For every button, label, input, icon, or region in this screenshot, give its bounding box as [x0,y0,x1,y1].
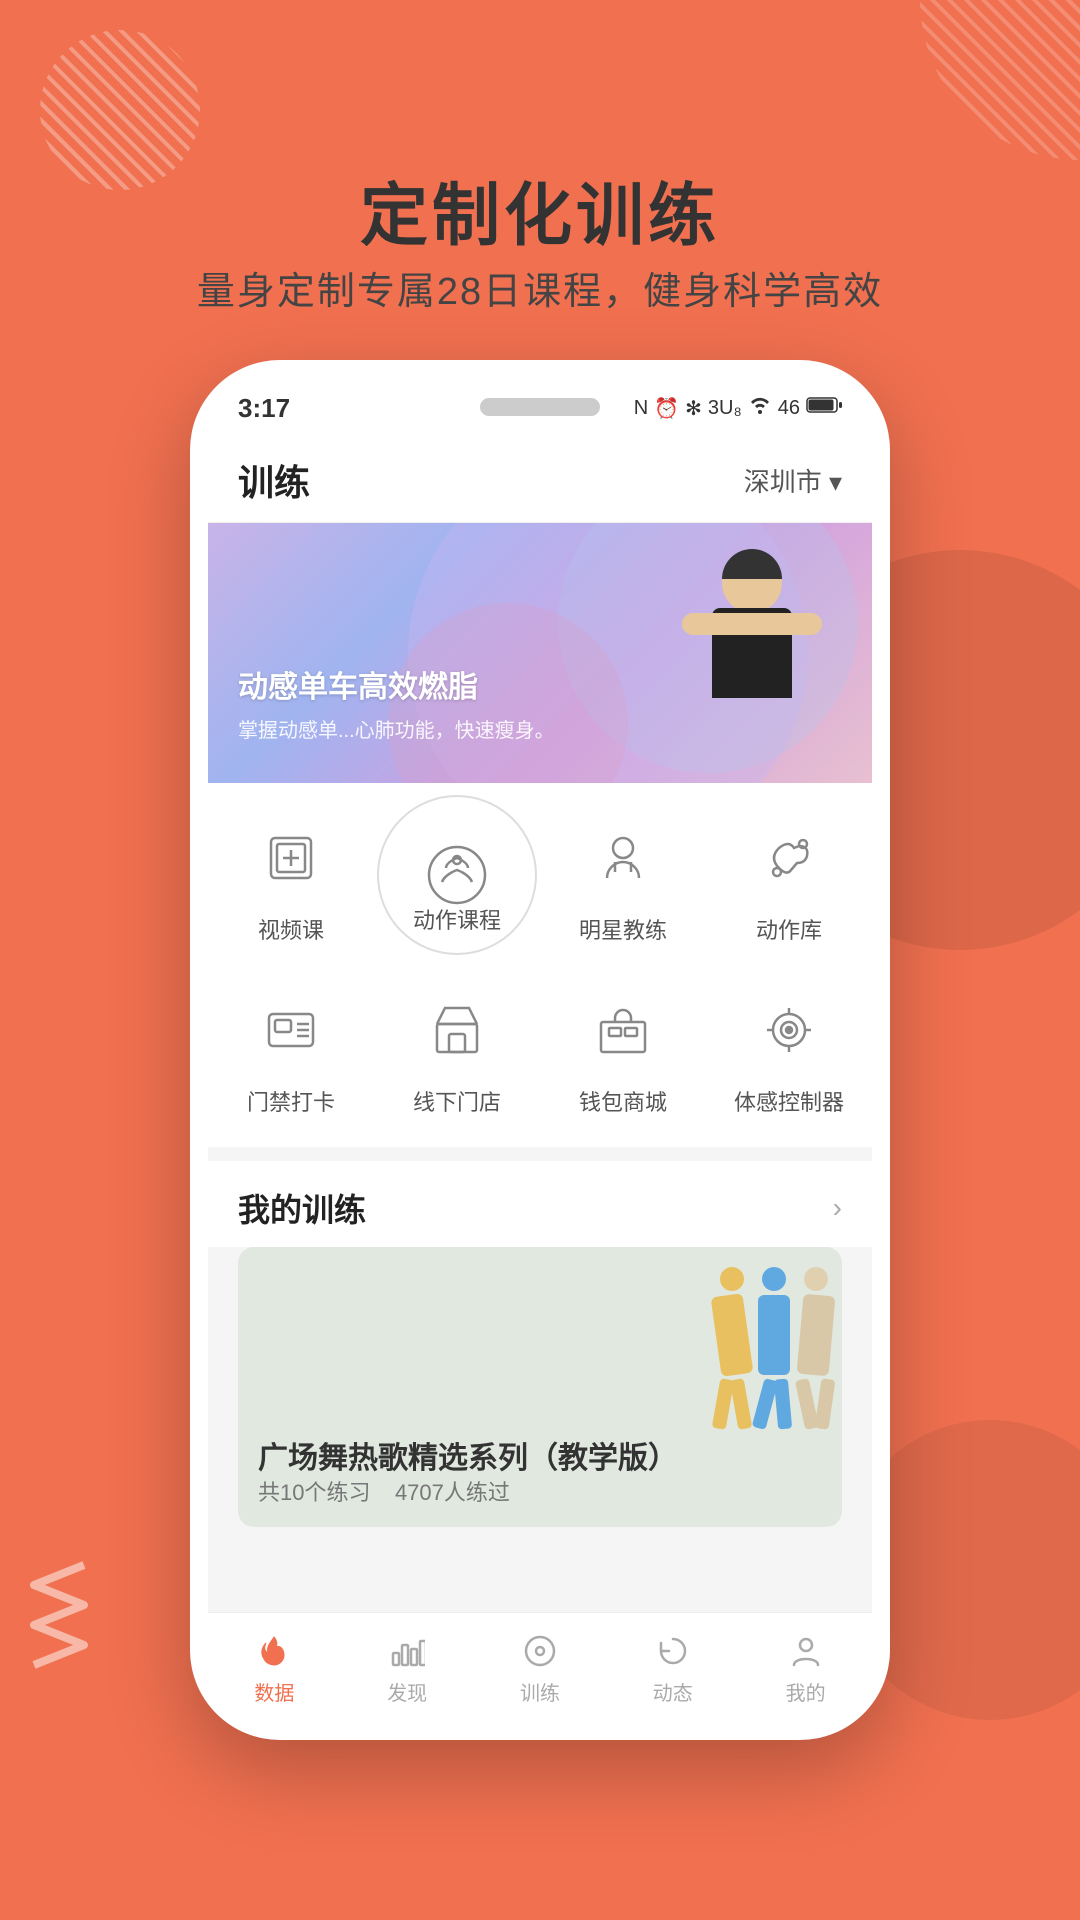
menu-item-video[interactable]: 视频课 [221,813,361,945]
banner-text-area: 动感单车高效燃脂 掌握动感单...心肺功能，快速瘦身。 [238,662,555,743]
nav-item-discover[interactable]: 发现 [342,1629,472,1706]
nfc-icon: N [634,397,648,420]
app-title: 训练 [238,454,310,506]
banner[interactable]: 动感单车高效燃脂 掌握动感单...心肺功能，快速瘦身。 [208,523,872,783]
menu-label-wallet: 钱包商城 [579,1085,667,1117]
chevron-right-icon[interactable]: › [833,1192,842,1224]
menu-item-trainer[interactable]: 明星教练 [553,813,693,945]
hero-title: 定制化训练 [0,160,1080,259]
training-card-title: 广场舞热歌精选系列（教学版） [258,1433,678,1477]
nav-item-activity[interactable]: 动态 [608,1629,738,1706]
menu-section: 视频课 动作课程 [208,783,872,1147]
menu-item-store[interactable]: 线下门店 [387,985,527,1117]
menu-item-access[interactable]: 门禁打卡 [221,985,361,1117]
menu-item-wallet[interactable]: 钱包商城 [553,985,693,1117]
training-card-content: 广场舞热歌精选系列（教学版） 共10个练习 4707人练过 [238,1247,842,1527]
battery-icon [806,396,842,420]
menu-label-library: 动作库 [756,913,822,945]
dance-figures [716,1267,832,1467]
signal-icon: 3U₈ [708,397,742,420]
flame-icon [252,1629,296,1673]
shop-icon [578,985,668,1075]
my-training-title: 我的训练 [238,1185,366,1231]
location-selector[interactable]: 深圳市 ▾ [744,462,842,499]
status-time: 3:17 [238,393,290,424]
dance-figure-2 [758,1267,790,1467]
menu-item-sensor[interactable]: 体感控制器 [719,985,859,1117]
bluetooth-icon: ✻ [685,396,702,421]
phone-speaker [480,398,600,416]
sensor-icon [744,985,834,1075]
bottom-nav: 数据 发现 [208,1612,872,1722]
menu-row-1: 视频课 动作课程 [208,803,872,955]
status-icons: N ⏰ ✻ 3U₈ 46 [634,396,842,421]
box-icon [246,813,336,903]
app-header: 训练 深圳市 ▾ [208,438,872,523]
lte-icon: 46 [778,397,800,420]
nav-label-data: 数据 [254,1677,294,1706]
menu-row-2: 门禁打卡 线下门店 [208,975,872,1127]
phone-mockup: 3:17 N ⏰ ✻ 3U₈ 46 训练 [190,360,890,1740]
training-card[interactable]: 广场舞热歌精选系列（教学版） 共10个练习 4707人练过 [238,1247,842,1527]
banner-title: 动感单车高效燃脂 [238,662,555,706]
wifi-icon [748,396,772,420]
nav-label-my: 我的 [786,1677,826,1706]
menu-label-store: 线下门店 [413,1085,501,1117]
menu-label-access: 门禁打卡 [247,1085,335,1117]
dance-figure-1 [716,1267,748,1467]
nav-label-discover: 发现 [387,1677,427,1706]
menu-label-motion: 动作课程 [413,903,501,935]
disc-icon [518,1629,562,1673]
nav-item-my[interactable]: 我的 [741,1629,871,1706]
refresh-icon [651,1629,695,1673]
menu-label-trainer: 明星教练 [579,913,667,945]
dance-figure-3 [800,1267,832,1467]
store-icon [412,985,502,1075]
nav-label-train: 训练 [520,1677,560,1706]
menu-label-video: 视频课 [258,913,324,945]
phone-outer: 3:17 N ⏰ ✻ 3U₈ 46 训练 [190,360,890,1740]
banner-subtitle: 掌握动感单...心肺功能，快速瘦身。 [238,714,555,743]
hero-subtitle: 量身定制专属28日课程，健身科学高效 [0,260,1080,315]
nav-item-train[interactable]: 训练 [475,1629,605,1706]
card-icon [246,985,336,1075]
nav-label-activity: 动态 [653,1677,693,1706]
trainer-icon [578,813,668,903]
my-training-header: 我的训练 › [208,1161,872,1247]
alarm-icon: ⏰ [654,396,679,421]
phone-screen: 3:17 N ⏰ ✻ 3U₈ 46 训练 [208,378,872,1722]
banner-person-image [652,543,852,783]
menu-item-library[interactable]: 动作库 [719,813,859,945]
person-icon [784,1629,828,1673]
nav-item-data[interactable]: 数据 [209,1629,339,1706]
zigzag-decoration [24,1555,104,1680]
menu-label-sensor: 体感控制器 [734,1085,844,1117]
training-card-meta: 共10个练习 4707人练过 [258,1475,510,1507]
bg-stripes-decoration [920,0,1080,160]
location-text: 深圳市 ▾ [744,462,842,499]
muscle-icon [744,813,834,903]
menu-item-motion[interactable]: 动作课程 [387,813,527,945]
bar-chart-icon [385,1629,429,1673]
